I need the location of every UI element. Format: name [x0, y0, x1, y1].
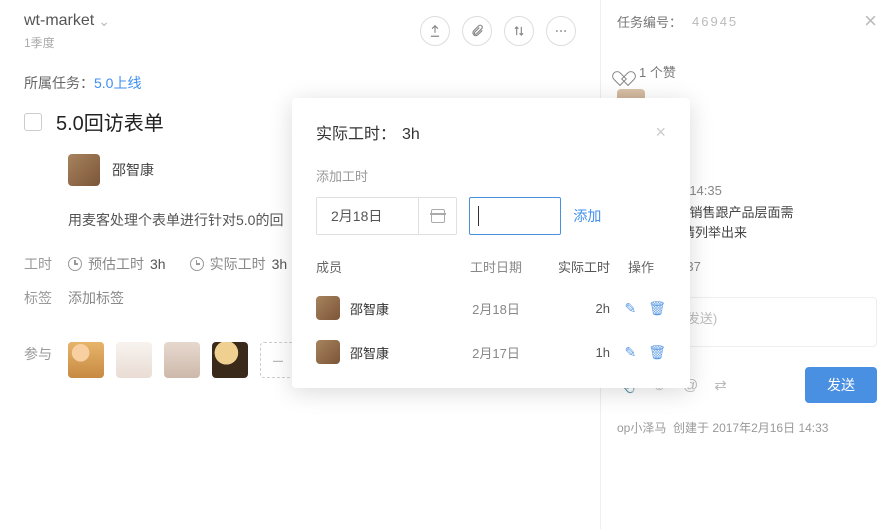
assignee-name: 邵智康 — [112, 160, 154, 180]
edit-icon[interactable]: ✎ — [624, 344, 636, 361]
member-avatar — [316, 340, 340, 364]
participant-avatar[interactable] — [68, 342, 104, 378]
chevron-down-icon: ⌄ — [98, 13, 110, 30]
hours-section-label: 工时 — [24, 254, 68, 274]
member-name: 邵智康 — [350, 343, 389, 362]
delete-icon[interactable]: 🗑 — [648, 300, 666, 317]
table-header: 成员 工时日期 实际工时 操作 — [316, 257, 666, 286]
table-row: 邵智康 2月17日 1h ✎ 🗑 — [316, 330, 666, 374]
heart-icon — [617, 65, 631, 79]
parent-task-link[interactable]: 5.0上线 — [94, 75, 141, 91]
participants-section-label: 参与 — [24, 336, 68, 364]
sort-button[interactable] — [504, 16, 534, 46]
share-button[interactable] — [420, 16, 450, 46]
send-button[interactable]: 发送 — [805, 367, 877, 403]
row-hours: 1h — [536, 345, 610, 360]
edit-icon[interactable]: ✎ — [624, 300, 636, 317]
modal-input-row: 2月18日 添加 — [316, 197, 666, 235]
hours-input[interactable] — [469, 197, 561, 235]
col-date: 工时日期 — [456, 257, 536, 276]
likes-row[interactable]: 1 个赞 — [617, 62, 877, 81]
participant-avatar[interactable] — [212, 342, 248, 378]
created-label: 创建于 — [673, 421, 709, 435]
attach-button[interactable] — [462, 16, 492, 46]
likes-count: 1 个赞 — [639, 62, 676, 81]
date-value: 2月18日 — [317, 206, 418, 226]
task-checkbox[interactable] — [24, 113, 42, 131]
modal-add-label: 添加工时 — [316, 166, 666, 185]
breadcrumb-subtitle: 1季度 — [24, 34, 420, 51]
hours-table: 成员 工时日期 实际工时 操作 邵智康 2月18日 2h ✎ 🗑 邵智康 2月1… — [316, 257, 666, 374]
delete-icon[interactable]: 🗑 — [648, 344, 666, 361]
hours-modal: 实际工时：3h × 添加工时 2月18日 添加 成员 工时日期 实际工时 操作 — [292, 98, 690, 388]
created-at: 2017年2月16日 14:33 — [712, 421, 828, 435]
row-hours: 2h — [536, 301, 610, 316]
actual-label: 实际工时 — [210, 254, 266, 274]
estimate-value: 3h — [150, 256, 166, 272]
add-hours-button[interactable]: 添加 — [573, 206, 601, 226]
parent-task-label: 所属任务： — [24, 75, 94, 91]
participant-avatar[interactable] — [116, 342, 152, 378]
assignee-avatar — [68, 154, 100, 186]
participant-avatar[interactable] — [164, 342, 200, 378]
row-date: 2月18日 — [456, 299, 536, 318]
add-tag-link[interactable]: 添加标签 — [68, 288, 124, 308]
calendar-icon[interactable] — [418, 197, 456, 235]
app-root: wt-market ⌄ 1季度 所属任务：5.0上线 5.0回访表单 邵智康 用… — [0, 0, 893, 529]
clock-icon — [190, 257, 204, 271]
tags-section-label: 标签 — [24, 288, 68, 308]
col-member: 成员 — [316, 257, 456, 276]
col-hours: 实际工时 — [536, 257, 610, 276]
created-info: op小泽马 创建于 2017年2月16日 14:33 — [617, 419, 877, 436]
add-participant-button[interactable]: – — [260, 342, 296, 378]
estimate-label: 预估工时 — [88, 254, 144, 274]
breadcrumb[interactable]: wt-market ⌄ — [24, 12, 420, 30]
modal-title: 实际工时：3h — [316, 120, 420, 144]
row-date: 2月17日 — [456, 343, 536, 362]
parent-task-row: 所属任务：5.0上线 — [24, 73, 576, 93]
transfer-icon[interactable]: ⇄ — [714, 376, 727, 394]
estimate-hours[interactable]: 预估工时 3h — [68, 254, 166, 274]
task-number-label: 任务编号： — [617, 12, 682, 31]
actual-value: 3h — [272, 256, 288, 272]
header: wt-market ⌄ 1季度 — [24, 12, 576, 51]
member-avatar — [316, 296, 340, 320]
member-name: 邵智康 — [350, 299, 389, 318]
close-icon[interactable]: × — [864, 10, 877, 32]
date-input[interactable]: 2月18日 — [316, 197, 457, 235]
created-by: op小泽马 — [617, 421, 666, 435]
clock-icon — [68, 257, 82, 271]
close-icon[interactable]: × — [655, 122, 666, 143]
breadcrumb-block: wt-market ⌄ 1季度 — [24, 12, 420, 51]
actual-hours[interactable]: 实际工时 3h — [190, 254, 288, 274]
task-title: 5.0回访表单 — [56, 107, 164, 136]
breadcrumb-title: wt-market — [24, 12, 94, 30]
col-actions: 操作 — [610, 257, 666, 276]
text-caret — [478, 206, 479, 226]
task-number: 46945 — [692, 14, 738, 29]
toolbar — [420, 12, 576, 46]
table-row: 邵智康 2月18日 2h ✎ 🗑 — [316, 286, 666, 330]
modal-header: 实际工时：3h × — [316, 120, 666, 144]
side-header: 任务编号： 46945 × — [617, 10, 877, 32]
more-button[interactable] — [546, 16, 576, 46]
participants-list: – — [68, 342, 296, 378]
